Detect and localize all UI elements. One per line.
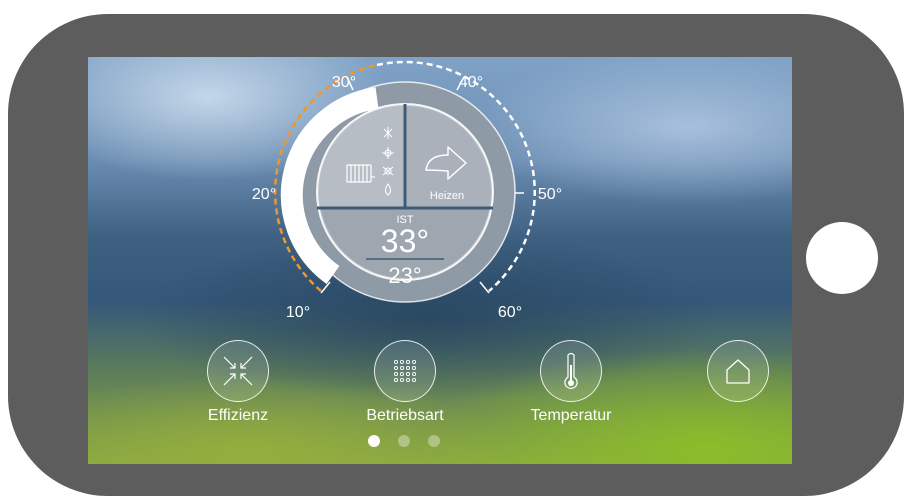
thermometer-icon xyxy=(564,352,578,390)
grid-icon xyxy=(393,359,417,383)
sun-icon xyxy=(382,166,394,176)
temperature-button[interactable] xyxy=(540,340,602,402)
target-temperature[interactable]: 23° xyxy=(388,263,421,288)
efficiency-label: Effizienz xyxy=(207,407,269,424)
page-dot-1[interactable] xyxy=(368,435,380,447)
scale-label-40: 40° xyxy=(459,74,483,91)
page-dot-3[interactable] xyxy=(428,435,440,447)
operating-mode-button[interactable] xyxy=(374,340,436,402)
home-icon xyxy=(726,359,750,384)
scale-label-60: 60° xyxy=(498,304,522,321)
scale-label-50: 50° xyxy=(538,186,562,203)
page-dot-2[interactable] xyxy=(398,435,410,447)
home-button[interactable] xyxy=(707,340,769,402)
scale-label-20: 20° xyxy=(252,186,276,203)
operating-mode-label: Betriebsart xyxy=(366,407,444,424)
device-home-button[interactable] xyxy=(806,222,878,294)
current-temperature: 33° xyxy=(381,223,429,259)
scale-label-30: 30° xyxy=(332,74,356,91)
temperature-label: Temperatur xyxy=(530,407,612,424)
mode-label: Heizen xyxy=(430,190,464,202)
thermostat-dial: 10° 20° 30° 40° 50° 60° Heizen IST 33° 2… xyxy=(252,60,562,321)
efficiency-button[interactable] xyxy=(207,340,269,402)
tick-10 xyxy=(320,281,331,294)
scale-label-10: 10° xyxy=(286,304,310,321)
tick-60 xyxy=(479,281,490,294)
screen: 10° 20° 30° 40° 50° 60° Heizen IST 33° 2… xyxy=(88,57,792,464)
efficiency-icon xyxy=(223,356,253,386)
